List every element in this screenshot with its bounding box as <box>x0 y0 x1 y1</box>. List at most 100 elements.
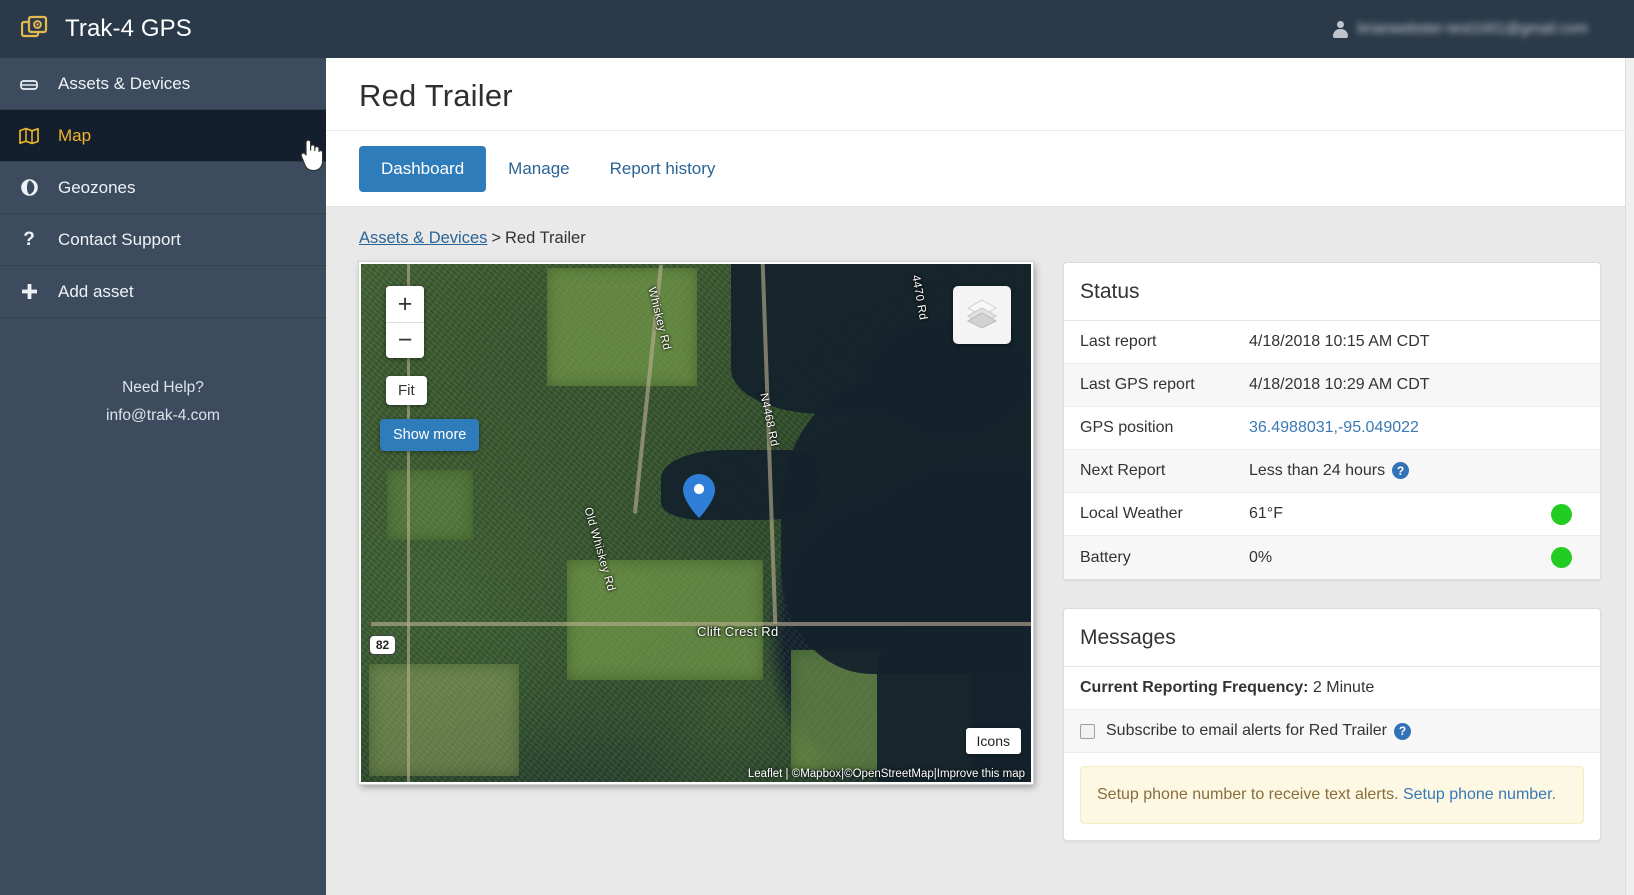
status-row-value: 0% <box>1249 548 1273 566</box>
sidebar-item-label: Assets & Devices <box>58 73 191 93</box>
question-mark-icon: ? <box>23 229 35 250</box>
messages-panel: Messages Current Reporting Frequency: 2 … <box>1063 608 1601 841</box>
map-water <box>877 624 1031 782</box>
subscribe-email-alerts-checkbox[interactable] <box>1080 723 1095 739</box>
hard-drive-icon <box>0 74 58 94</box>
sidebar-filler <box>0 430 326 895</box>
status-panel: Status Last report 4/18/2018 10:15 AM CD… <box>1063 262 1601 580</box>
sidebar-item-geozones[interactable]: Geozones <box>0 162 326 214</box>
content-area: Whiskey Rd 4470 Rd N4468 Rd Old Whiskey … <box>326 262 1634 895</box>
sidebar-item-map[interactable]: Map <box>0 110 326 162</box>
top-bar: Trak-4 GPS brianwebster-test1001@gmail.c… <box>0 0 1634 58</box>
help-icon[interactable]: ? <box>1392 462 1410 480</box>
layers-stack-icon <box>965 297 999 334</box>
help-email[interactable]: info@trak-4.com <box>0 402 326 430</box>
attribution-leaflet[interactable]: Leaflet <box>748 768 783 780</box>
status-row-value: Less than 24 hours? <box>1249 462 1600 480</box>
map-field <box>547 268 697 386</box>
sidebar-item-contact-support[interactable]: ? Contact Support <box>0 214 326 266</box>
status-row-key: Next Report <box>1080 462 1166 479</box>
tab-manage[interactable]: Manage <box>490 147 587 191</box>
tab-report-history[interactable]: Report history <box>592 147 734 191</box>
status-row-value: 4/18/2018 10:15 AM CDT <box>1249 333 1430 350</box>
status-row-battery: Battery 0% <box>1064 536 1600 579</box>
sidebar-item-label: Add asset <box>58 281 134 301</box>
breadcrumb: Assets & Devices > Red Trailer <box>326 207 1634 262</box>
attribution-openstreetmap[interactable]: ©OpenStreetMap <box>844 768 934 780</box>
sidebar-item-label: Contact Support <box>58 229 181 249</box>
status-row-local-weather: Local Weather 61°F <box>1064 493 1600 536</box>
page-header: Red Trailer Dashboard Manage Report hist… <box>326 58 1634 207</box>
status-row-key: Last GPS report <box>1080 376 1195 393</box>
setup-phone-number-link[interactable]: Setup phone number <box>1403 786 1552 803</box>
user-menu[interactable]: brianwebster-test1001@gmail.com <box>1332 20 1616 38</box>
app-root: Trak-4 GPS brianwebster-test1001@gmail.c… <box>0 0 1634 895</box>
reporting-frequency-value: 2 Minute <box>1312 679 1375 696</box>
map-container[interactable]: Whiskey Rd 4470 Rd N4468 Rd Old Whiskey … <box>359 262 1033 784</box>
body: Assets & Devices Map Geozones ? Contact … <box>0 58 1634 895</box>
user-icon <box>1332 20 1348 38</box>
globe-icon <box>0 178 58 197</box>
map-zoom-control: + − <box>386 286 424 358</box>
subscribe-email-alerts-label: Subscribe to email alerts for Red Traile… <box>1106 722 1387 739</box>
sidebar-help: Need Help? info@trak-4.com <box>0 374 326 430</box>
sidebar-item-label: Map <box>58 125 92 145</box>
page-scrollbar[interactable] <box>1625 58 1634 895</box>
status-row-key: Last report <box>1080 333 1157 350</box>
breadcrumb-current: Red Trailer <box>505 229 586 247</box>
map-icons-button[interactable]: Icons <box>965 728 1021 754</box>
status-row-next-report: Next Report Less than 24 hours? <box>1064 450 1600 493</box>
setup-phone-alert: Setup phone number to receive text alert… <box>1080 766 1584 824</box>
main-content: Red Trailer Dashboard Manage Report hist… <box>326 58 1634 895</box>
sidebar-item-assets-devices[interactable]: Assets & Devices <box>0 58 326 110</box>
attribution-improve-map[interactable]: Improve this map <box>937 768 1025 780</box>
brand-title: Trak-4 GPS <box>65 15 192 42</box>
map-icon <box>0 126 58 146</box>
next-report-text: Less than 24 hours <box>1249 462 1386 479</box>
map-attribution: Leaflet | ©Mapbox|©OpenStreetMap|Improve… <box>361 766 1031 782</box>
map-field <box>567 560 763 680</box>
status-indicator-dot <box>1551 503 1572 525</box>
status-row-key: Battery <box>1080 548 1131 566</box>
sidebar: Assets & Devices Map Geozones ? Contact … <box>0 58 326 895</box>
sidebar-item-label: Geozones <box>58 177 136 197</box>
zoom-out-button[interactable]: − <box>386 322 424 358</box>
status-row-value: 4/18/2018 10:29 AM CDT <box>1249 376 1430 393</box>
map-road-label: Clift Crest Rd <box>697 624 779 639</box>
tab-dashboard[interactable]: Dashboard <box>359 146 487 192</box>
tab-bar: Dashboard Manage Report history <box>359 131 1634 206</box>
location-pin-icon[interactable] <box>682 473 716 519</box>
breadcrumb-link-assets-devices[interactable]: Assets & Devices <box>359 229 487 247</box>
status-row-key: Local Weather <box>1080 505 1183 522</box>
status-row-key: GPS position <box>1080 419 1174 436</box>
messages-panel-heading: Messages <box>1064 609 1600 667</box>
setup-phone-alert-tail: . <box>1551 786 1556 803</box>
attribution-mapbox[interactable]: ©Mapbox <box>792 768 841 780</box>
gps-position-link[interactable]: 36.4988031,-95.049022 <box>1249 419 1600 437</box>
user-email: brianwebster-test1001@gmail.com <box>1357 21 1588 37</box>
setup-phone-alert-text: Setup phone number to receive text alert… <box>1097 786 1403 803</box>
route-shield-82: 82 <box>369 635 396 655</box>
attribution-sep: | <box>782 768 792 780</box>
subscribe-email-alerts-row: Subscribe to email alerts for Red Traile… <box>1064 710 1600 753</box>
reporting-frequency-label: Current Reporting Frequency: <box>1080 679 1309 696</box>
zoom-in-button[interactable]: + <box>386 286 424 322</box>
right-column: Status Last report 4/18/2018 10:15 AM CD… <box>1063 262 1601 895</box>
show-more-button[interactable]: Show more <box>380 419 480 451</box>
status-panel-heading: Status <box>1064 263 1600 321</box>
layers-control[interactable] <box>953 286 1011 344</box>
status-row-value: 61°F <box>1249 505 1283 522</box>
status-row-last-gps-report: Last GPS report 4/18/2018 10:29 AM CDT <box>1064 364 1600 407</box>
help-title: Need Help? <box>122 379 204 396</box>
map-field <box>369 664 519 776</box>
map-field <box>387 470 473 540</box>
page-title: Red Trailer <box>359 78 513 113</box>
status-row-gps-position: GPS position 36.4988031,-95.049022 <box>1064 407 1600 450</box>
fit-button[interactable]: Fit <box>386 376 427 405</box>
help-icon[interactable]: ? <box>1394 722 1411 740</box>
sidebar-item-add-asset[interactable]: Add asset <box>0 266 326 318</box>
status-row-last-report: Last report 4/18/2018 10:15 AM CDT <box>1064 321 1600 364</box>
brand[interactable]: Trak-4 GPS <box>18 14 192 44</box>
status-indicator-dot <box>1551 547 1572 568</box>
plus-icon <box>0 282 58 301</box>
